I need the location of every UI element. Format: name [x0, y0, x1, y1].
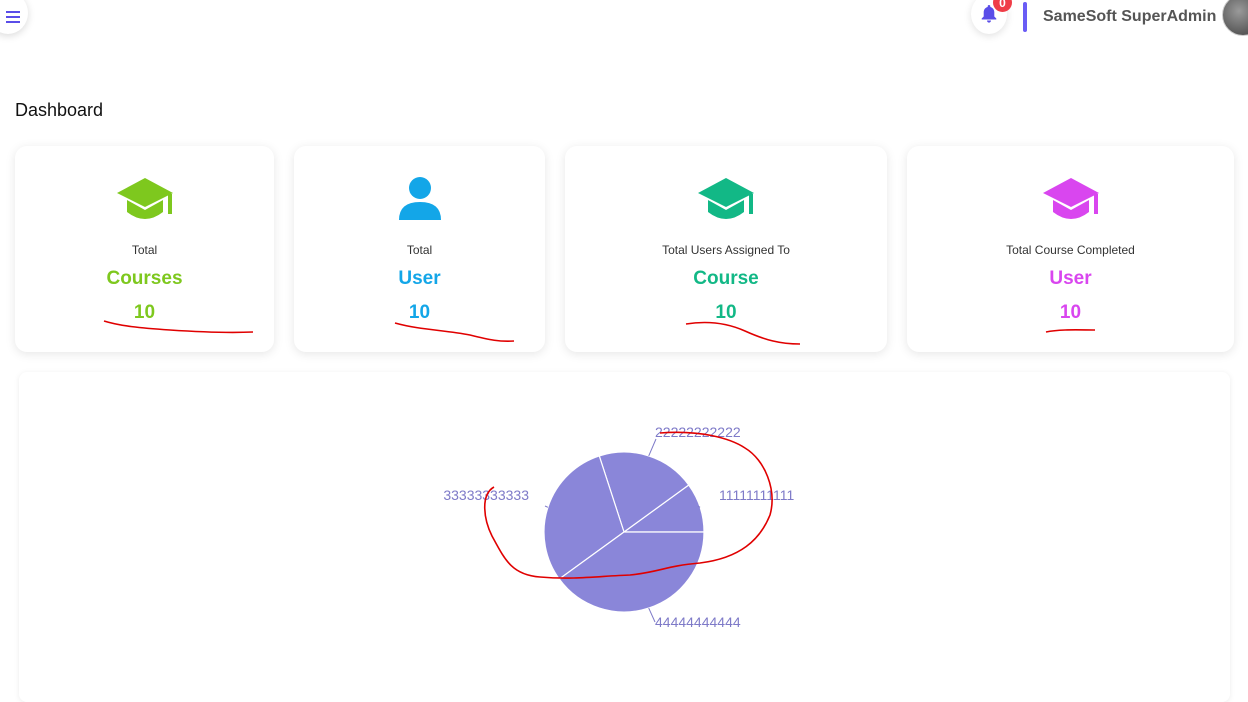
card-value: 10 — [408, 302, 431, 323]
user-icon — [294, 176, 545, 226]
graduation-cap-icon — [907, 176, 1234, 226]
card-value: 10 — [1059, 302, 1082, 323]
card-title: Courses — [106, 268, 183, 289]
pie-label: 33333333333 — [443, 487, 529, 503]
pie-leader-line — [544, 505, 549, 508]
card-label: Total — [406, 243, 433, 257]
card-title: User — [1049, 268, 1092, 289]
header-divider — [1023, 2, 1027, 32]
chart-panel: 11111111111 22222222222 33333333333 4444444… — [19, 372, 1230, 702]
graduation-cap-icon — [15, 176, 274, 226]
card-title: User — [398, 268, 441, 289]
graduation-cap-icon — [565, 176, 887, 226]
card-total-user[interactable]: Total User 10 — [294, 146, 545, 352]
pie-label: 44444444444 — [655, 614, 741, 630]
page-title: Dashboard — [15, 100, 104, 120]
card-value: 10 — [715, 302, 737, 323]
card-total-courses[interactable]: Total Courses 10 — [15, 146, 274, 352]
card-label: Total Course Completed — [1006, 243, 1135, 257]
card-label: Total — [131, 243, 158, 257]
card-course-completed[interactable]: Total Course Completed User 10 — [907, 146, 1234, 352]
pie-chart: 11111111111 22222222222 33333333333 4444444… — [443, 424, 794, 630]
pie-label: 22222222222 — [655, 424, 741, 440]
hamburger-icon — [6, 11, 20, 23]
avatar[interactable] — [1222, 0, 1248, 36]
pie-label: 11111111111 — [719, 487, 794, 503]
card-title: Course — [693, 268, 759, 289]
menu-button[interactable] — [0, 0, 28, 34]
card-value: 10 — [133, 302, 156, 323]
pie-leader-line — [648, 438, 657, 457]
user-name[interactable]: SameSoft SuperAdmin — [1043, 8, 1216, 26]
card-users-assigned[interactable]: Total Users Assigned To Course 10 — [565, 146, 887, 352]
card-label: Total Users Assigned To — [662, 243, 790, 257]
